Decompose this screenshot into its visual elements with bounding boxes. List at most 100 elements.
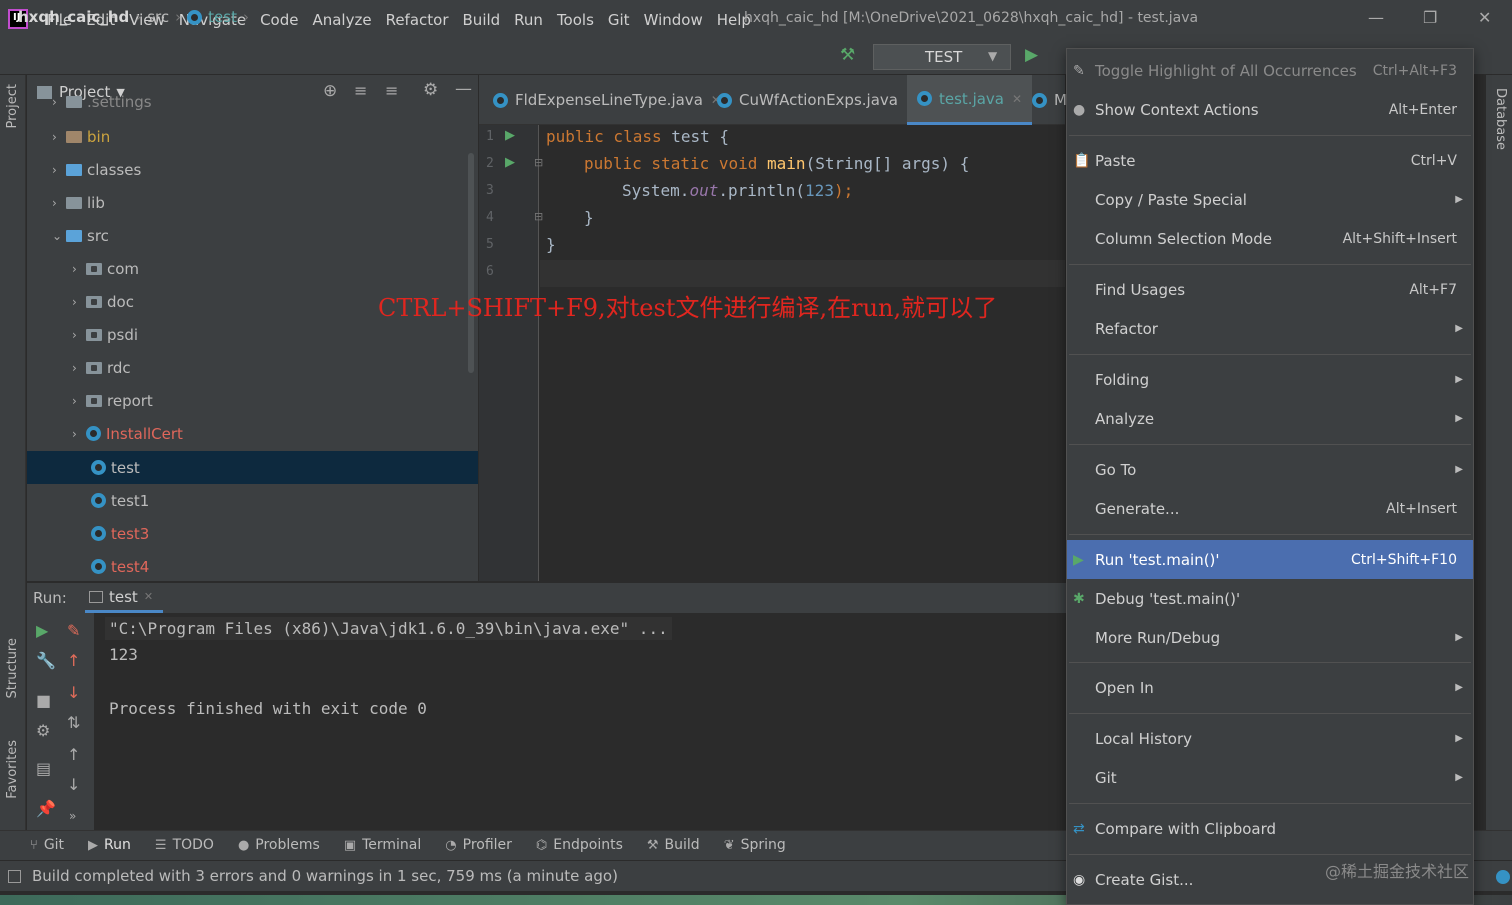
menu-analyze[interactable]: Analyze — [305, 11, 378, 29]
tab-fldexpenselinetype[interactable]: FldExpenseLineType.java ✕ — [483, 75, 731, 125]
down-arrow-icon[interactable]: ↓ — [67, 683, 80, 702]
code-line-3[interactable]: System.out.println(123); — [622, 181, 853, 200]
structure-tool-tab[interactable]: Structure — [5, 638, 20, 698]
tree-item-src[interactable]: ⌄ src — [27, 219, 478, 252]
tree-item-lib[interactable]: › lib — [27, 186, 478, 219]
tab-cuwfactionexps[interactable]: CuWfActionExps.java ✕ — [707, 75, 926, 125]
stop-icon[interactable]: ■ — [36, 691, 51, 710]
close-icon[interactable]: ✕ — [1012, 92, 1022, 106]
menu-folding[interactable]: Folding ▶ — [1067, 360, 1473, 399]
menu-toggle-highlight[interactable]: ✎ Toggle Highlight of All Occurrences Ctrl… — [1067, 51, 1473, 90]
tree-item-test3[interactable]: test3 — [27, 517, 478, 550]
info-icon: ● — [237, 837, 250, 853]
scroll-down-icon[interactable]: ↓ — [67, 775, 80, 794]
restore-icon[interactable]: ❐ — [1423, 8, 1437, 27]
rerun-icon[interactable]: ▶ — [36, 621, 48, 640]
menu-find-usages[interactable]: Find Usages Alt+F7 — [1067, 270, 1473, 309]
status-message[interactable]: Build completed with 3 errors and 0 warn… — [32, 867, 618, 885]
tree-item-test1[interactable]: test1 — [27, 484, 478, 517]
menu-refactor[interactable]: Refactor ▶ — [1067, 309, 1473, 348]
tree-item-settings[interactable]: › .settings — [27, 92, 478, 112]
menu-paste[interactable]: 📋 Paste Ctrl+V — [1067, 141, 1473, 180]
menu-run[interactable]: Run — [507, 11, 550, 29]
tool-problems[interactable]: ● Problems — [238, 837, 320, 853]
tree-item-test4[interactable]: test4 — [27, 550, 478, 583]
favorites-tool-tab[interactable]: Favorites — [5, 740, 20, 799]
code-keyword: public class — [546, 127, 662, 146]
clear-icon[interactable]: ✎ — [67, 621, 80, 640]
more-icon[interactable]: » — [69, 809, 76, 823]
project-tool-tab[interactable]: Project — [5, 84, 20, 128]
minimize-icon[interactable]: — — [1368, 8, 1384, 27]
run-gutter-icon[interactable]: ▶ — [505, 155, 515, 170]
tool-profiler[interactable]: ◔ Profiler — [445, 837, 512, 853]
menu-column-selection-mode[interactable]: Column Selection Mode Alt+Shift+Insert — [1067, 219, 1473, 258]
menu-copy-paste-special[interactable]: Copy / Paste Special ▶ — [1067, 180, 1473, 219]
menu-window[interactable]: Window — [637, 11, 710, 29]
menu-separator — [1069, 354, 1471, 355]
tab-test-java[interactable]: test.java ✕ — [907, 75, 1033, 125]
tool-terminal[interactable]: ▣ Terminal — [344, 837, 421, 853]
code-text: .println( — [718, 181, 806, 200]
run-gutter-icon[interactable]: ▶ — [505, 128, 515, 143]
tool-todo[interactable]: ☰ TODO — [155, 837, 214, 853]
menu-git[interactable]: Git — [601, 11, 637, 29]
pin-icon[interactable]: 📌 — [36, 799, 56, 818]
menu-build[interactable]: Build — [456, 11, 508, 29]
tree-item-installcert[interactable]: › InstallCert — [27, 417, 478, 450]
menu-shortcut: Ctrl+V — [1410, 152, 1457, 169]
tool-git[interactable]: ⑂ Git — [30, 837, 64, 853]
menu-code[interactable]: Code — [253, 11, 305, 29]
breadcrumb-test[interactable]: test — [208, 8, 237, 26]
menu-debug-test-main[interactable]: ✱ Debug 'test.main()' — [1067, 579, 1473, 618]
fold-icon[interactable]: ⊟ — [534, 210, 543, 223]
notification-icon[interactable] — [1496, 870, 1510, 884]
menu-compare-with-clipboard[interactable]: ⇄ Compare with Clipboard — [1067, 809, 1473, 848]
tree-item-report[interactable]: › report — [27, 384, 478, 417]
tool-spring[interactable]: ❦ Spring — [724, 837, 786, 853]
fold-icon[interactable]: ⊟ — [534, 156, 543, 169]
tree-item-com[interactable]: › com — [27, 252, 478, 285]
code-line-2[interactable]: public static void main(String[] args) { — [584, 154, 969, 173]
code-line-1[interactable]: public class test { — [546, 127, 729, 146]
database-tool-tab[interactable]: Database — [1493, 88, 1508, 150]
close-icon[interactable]: ✕ — [144, 590, 153, 603]
run-play-icon[interactable]: ▶ — [1025, 45, 1038, 65]
tool-endpoints[interactable]: ⌬ Endpoints — [536, 837, 623, 853]
breadcrumb-src[interactable]: src — [147, 8, 169, 26]
layout-icon[interactable]: ▤ — [36, 759, 51, 778]
scroll-up-icon[interactable]: ↑ — [67, 745, 80, 764]
run-tab-test[interactable]: test ✕ — [85, 583, 163, 613]
tool-run[interactable]: ▶ Run — [88, 837, 131, 853]
tool-label: Terminal — [362, 837, 422, 853]
status-toggle-icon[interactable] — [8, 870, 21, 883]
menu-go-to[interactable]: Go To ▶ — [1067, 450, 1473, 489]
sort-icon[interactable]: ⇅ — [67, 713, 80, 732]
menu-git[interactable]: Git ▶ — [1067, 758, 1473, 797]
tree-item-bin[interactable]: › bin — [27, 120, 478, 153]
tree-item-classes[interactable]: › classes — [27, 153, 478, 186]
tool-build[interactable]: ⚒ Build — [647, 837, 700, 853]
up-arrow-icon[interactable]: ↑ — [67, 651, 80, 670]
menu-more-run-debug[interactable]: More Run/Debug ▶ — [1067, 618, 1473, 657]
wrench-icon[interactable]: 🔧 — [36, 651, 56, 670]
code-line-5[interactable]: } — [546, 235, 556, 254]
menu-open-in[interactable]: Open In ▶ — [1067, 668, 1473, 707]
build-hammer-icon[interactable]: ⚒ — [840, 45, 855, 65]
menu-analyze[interactable]: Analyze ▶ — [1067, 399, 1473, 438]
menu-refactor[interactable]: Refactor — [379, 11, 456, 29]
menu-tools[interactable]: Tools — [550, 11, 601, 29]
menu-run-test-main[interactable]: ▶ Run 'test.main()' Ctrl+Shift+F10 — [1067, 540, 1473, 579]
tree-item-test-selected[interactable]: test — [27, 451, 478, 484]
menu-generate[interactable]: Generate... Alt+Insert — [1067, 489, 1473, 528]
code-line-4[interactable]: } — [584, 208, 594, 227]
tree-item-rdc[interactable]: › rdc — [27, 351, 478, 384]
java-class-icon — [86, 426, 101, 441]
tree-label: bin — [87, 127, 111, 146]
dump-threads-icon[interactable]: ⚙ — [36, 721, 50, 740]
close-icon[interactable]: ✕ — [1478, 8, 1491, 27]
menu-show-context-actions[interactable]: ● Show Context Actions Alt+Enter — [1067, 90, 1473, 129]
project-scrollbar[interactable] — [468, 153, 474, 373]
breadcrumb-project[interactable]: hxqh_caic_hd — [18, 8, 129, 26]
menu-local-history[interactable]: Local History ▶ — [1067, 719, 1473, 758]
